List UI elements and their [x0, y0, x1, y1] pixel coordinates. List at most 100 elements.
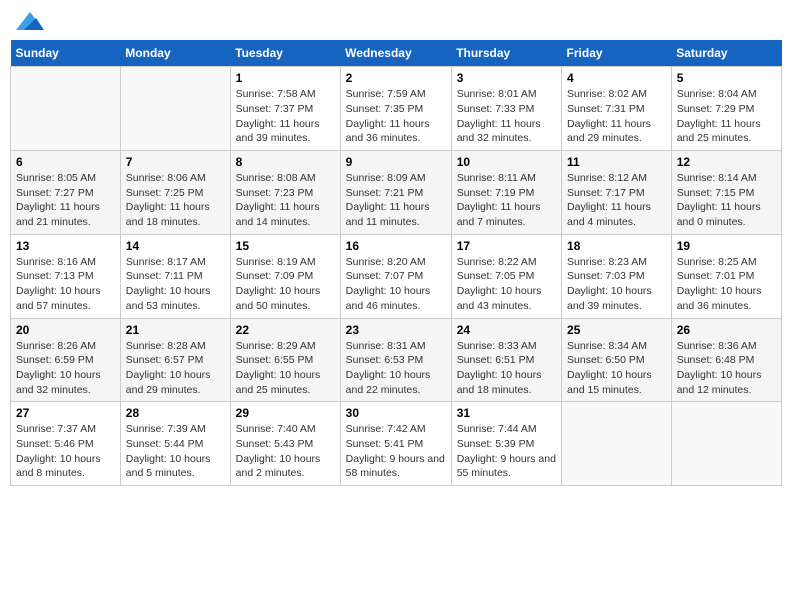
day-info: Sunrise: 7:40 AMSunset: 5:43 PMDaylight:…: [236, 422, 335, 481]
calendar-cell: 27 Sunrise: 7:37 AMSunset: 5:46 PMDayligh…: [11, 402, 121, 486]
day-header-wednesday: Wednesday: [340, 40, 451, 67]
day-info: Sunrise: 8:08 AMSunset: 7:23 PMDaylight:…: [236, 171, 335, 230]
day-info: Sunrise: 8:34 AMSunset: 6:50 PMDaylight:…: [567, 339, 666, 398]
day-info: Sunrise: 8:09 AMSunset: 7:21 PMDaylight:…: [346, 171, 446, 230]
day-info: Sunrise: 8:06 AMSunset: 7:25 PMDaylight:…: [126, 171, 225, 230]
day-info: Sunrise: 8:16 AMSunset: 7:13 PMDaylight:…: [16, 255, 115, 314]
day-number: 15: [236, 239, 335, 253]
week-row-2: 6 Sunrise: 8:05 AMSunset: 7:27 PMDaylight…: [11, 151, 782, 235]
day-number: 20: [16, 323, 115, 337]
header-row: SundayMondayTuesdayWednesdayThursdayFrid…: [11, 40, 782, 67]
week-row-5: 27 Sunrise: 7:37 AMSunset: 5:46 PMDayligh…: [11, 402, 782, 486]
day-header-saturday: Saturday: [671, 40, 781, 67]
day-number: 9: [346, 155, 446, 169]
day-info: Sunrise: 8:26 AMSunset: 6:59 PMDaylight:…: [16, 339, 115, 398]
calendar-cell: 7 Sunrise: 8:06 AMSunset: 7:25 PMDaylight…: [120, 151, 230, 235]
calendar-cell: 9 Sunrise: 8:09 AMSunset: 7:21 PMDaylight…: [340, 151, 451, 235]
day-info: Sunrise: 8:19 AMSunset: 7:09 PMDaylight:…: [236, 255, 335, 314]
day-number: 7: [126, 155, 225, 169]
day-number: 4: [567, 71, 666, 85]
day-info: Sunrise: 8:04 AMSunset: 7:29 PMDaylight:…: [677, 87, 776, 146]
calendar-cell: 25Sunrise: 8:34 AMSunset: 6:50 PMDayligh…: [562, 318, 672, 402]
day-number: 13: [16, 239, 115, 253]
day-number: 29: [236, 406, 335, 420]
day-header-friday: Friday: [562, 40, 672, 67]
day-info: Sunrise: 7:42 AMSunset: 5:41 PMDaylight:…: [346, 422, 446, 481]
day-number: 22: [236, 323, 335, 337]
day-header-thursday: Thursday: [451, 40, 561, 67]
day-number: 30: [346, 406, 446, 420]
day-info: Sunrise: 7:39 AMSunset: 5:44 PMDaylight:…: [126, 422, 225, 481]
day-number: 1: [236, 71, 335, 85]
day-number: 6: [16, 155, 115, 169]
day-info: Sunrise: 7:59 AMSunset: 7:35 PMDaylight:…: [346, 87, 446, 146]
calendar-cell: 4 Sunrise: 8:02 AMSunset: 7:31 PMDaylight…: [562, 67, 672, 151]
day-number: 2: [346, 71, 446, 85]
calendar-cell: 13 Sunrise: 8:16 AMSunset: 7:13 PMDayligh…: [11, 234, 121, 318]
day-info: Sunrise: 8:29 AMSunset: 6:55 PMDaylight:…: [236, 339, 335, 398]
day-info: Sunrise: 8:28 AMSunset: 6:57 PMDaylight:…: [126, 339, 225, 398]
calendar-table: SundayMondayTuesdayWednesdayThursdayFrid…: [10, 40, 782, 486]
calendar-cell: 23Sunrise: 8:31 AMSunset: 6:53 PMDayligh…: [340, 318, 451, 402]
calendar-cell: 24 Sunrise: 8:33 AMSunset: 6:51 PMDayligh…: [451, 318, 561, 402]
day-info: Sunrise: 8:25 AMSunset: 7:01 PMDaylight:…: [677, 255, 776, 314]
calendar-cell: 2 Sunrise: 7:59 AMSunset: 7:35 PMDaylight…: [340, 67, 451, 151]
calendar-cell: 8Sunrise: 8:08 AMSunset: 7:23 PMDaylight…: [230, 151, 340, 235]
day-info: Sunrise: 8:17 AMSunset: 7:11 PMDaylight:…: [126, 255, 225, 314]
day-info: Sunrise: 8:14 AMSunset: 7:15 PMDaylight:…: [677, 171, 776, 230]
day-header-sunday: Sunday: [11, 40, 121, 67]
calendar-cell: 18 Sunrise: 8:23 AMSunset: 7:03 PMDayligh…: [562, 234, 672, 318]
day-info: Sunrise: 8:22 AMSunset: 7:05 PMDaylight:…: [457, 255, 556, 314]
day-number: 21: [126, 323, 225, 337]
calendar-cell: 30 Sunrise: 7:42 AMSunset: 5:41 PMDayligh…: [340, 402, 451, 486]
calendar-cell: 3 Sunrise: 8:01 AMSunset: 7:33 PMDaylight…: [451, 67, 561, 151]
day-number: 26: [677, 323, 776, 337]
logo-text: [14, 10, 44, 32]
day-info: Sunrise: 8:23 AMSunset: 7:03 PMDaylight:…: [567, 255, 666, 314]
calendar-cell: 17Sunrise: 8:22 AMSunset: 7:05 PMDayligh…: [451, 234, 561, 318]
day-number: 28: [126, 406, 225, 420]
calendar-cell: 12Sunrise: 8:14 AMSunset: 7:15 PMDayligh…: [671, 151, 781, 235]
calendar-cell: 10 Sunrise: 8:11 AMSunset: 7:19 PMDayligh…: [451, 151, 561, 235]
week-row-3: 13 Sunrise: 8:16 AMSunset: 7:13 PMDayligh…: [11, 234, 782, 318]
day-header-monday: Monday: [120, 40, 230, 67]
calendar-cell: 1 Sunrise: 7:58 AMSunset: 7:37 PMDaylight…: [230, 67, 340, 151]
day-info: Sunrise: 7:37 AMSunset: 5:46 PMDaylight:…: [16, 422, 115, 481]
calendar-cell: 26 Sunrise: 8:36 AMSunset: 6:48 PMDayligh…: [671, 318, 781, 402]
day-number: 10: [457, 155, 556, 169]
day-info: Sunrise: 8:01 AMSunset: 7:33 PMDaylight:…: [457, 87, 556, 146]
day-info: Sunrise: 7:58 AMSunset: 7:37 PMDaylight:…: [236, 87, 335, 146]
day-info: Sunrise: 8:31 AMSunset: 6:53 PMDaylight:…: [346, 339, 446, 398]
day-info: Sunrise: 8:36 AMSunset: 6:48 PMDaylight:…: [677, 339, 776, 398]
day-info: Sunrise: 8:02 AMSunset: 7:31 PMDaylight:…: [567, 87, 666, 146]
day-number: 27: [16, 406, 115, 420]
calendar-cell: [562, 402, 672, 486]
calendar-cell: 11Sunrise: 8:12 AMSunset: 7:17 PMDayligh…: [562, 151, 672, 235]
day-info: Sunrise: 7:44 AMSunset: 5:39 PMDaylight:…: [457, 422, 556, 481]
day-info: Sunrise: 8:11 AMSunset: 7:19 PMDaylight:…: [457, 171, 556, 230]
calendar-cell: [120, 67, 230, 151]
calendar-cell: 14Sunrise: 8:17 AMSunset: 7:11 PMDayligh…: [120, 234, 230, 318]
logo: [14, 10, 44, 32]
week-row-1: 1 Sunrise: 7:58 AMSunset: 7:37 PMDaylight…: [11, 67, 782, 151]
calendar-cell: 19Sunrise: 8:25 AMSunset: 7:01 PMDayligh…: [671, 234, 781, 318]
day-header-tuesday: Tuesday: [230, 40, 340, 67]
day-info: Sunrise: 8:05 AMSunset: 7:27 PMDaylight:…: [16, 171, 115, 230]
calendar-cell: 21 Sunrise: 8:28 AMSunset: 6:57 PMDayligh…: [120, 318, 230, 402]
calendar-cell: 31 Sunrise: 7:44 AMSunset: 5:39 PMDayligh…: [451, 402, 561, 486]
day-number: 31: [457, 406, 556, 420]
day-info: Sunrise: 8:33 AMSunset: 6:51 PMDaylight:…: [457, 339, 556, 398]
day-number: 24: [457, 323, 556, 337]
day-number: 18: [567, 239, 666, 253]
calendar-cell: 6 Sunrise: 8:05 AMSunset: 7:27 PMDaylight…: [11, 151, 121, 235]
calendar-cell: 28 Sunrise: 7:39 AMSunset: 5:44 PMDayligh…: [120, 402, 230, 486]
day-number: 3: [457, 71, 556, 85]
calendar-cell: 5 Sunrise: 8:04 AMSunset: 7:29 PMDaylight…: [671, 67, 781, 151]
calendar-cell: [11, 67, 121, 151]
calendar-cell: 16Sunrise: 8:20 AMSunset: 7:07 PMDayligh…: [340, 234, 451, 318]
calendar-cell: [671, 402, 781, 486]
week-row-4: 20 Sunrise: 8:26 AMSunset: 6:59 PMDayligh…: [11, 318, 782, 402]
day-info: Sunrise: 8:20 AMSunset: 7:07 PMDaylight:…: [346, 255, 446, 314]
day-number: 5: [677, 71, 776, 85]
calendar-cell: 15 Sunrise: 8:19 AMSunset: 7:09 PMDayligh…: [230, 234, 340, 318]
